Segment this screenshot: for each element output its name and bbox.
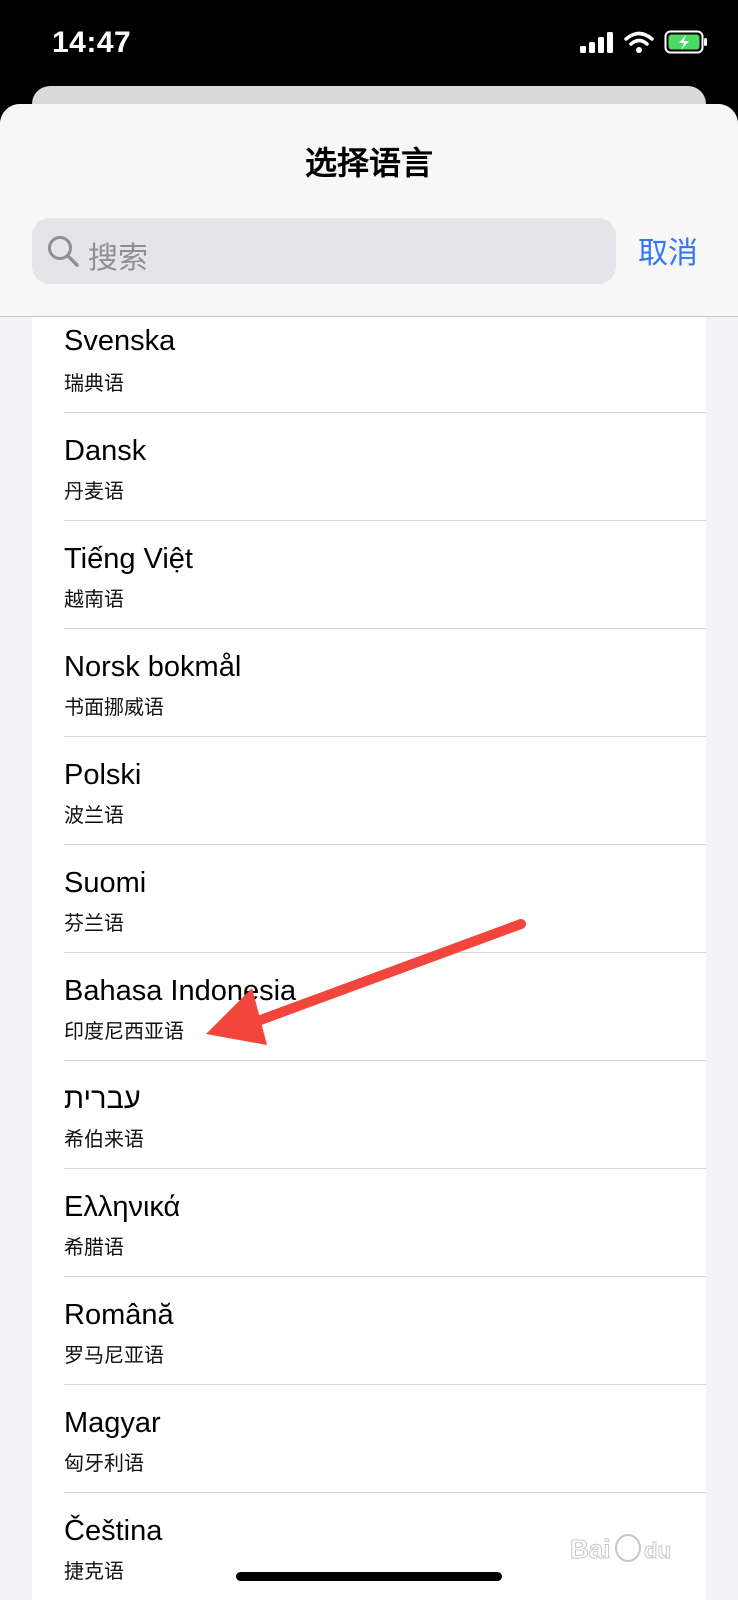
sheet-title: 选择语言 xyxy=(304,145,433,181)
language-native-name: 芬兰语 xyxy=(64,913,124,935)
language-name: Polski xyxy=(64,759,142,791)
language-item[interactable]: Ελληνικά 希腊语 xyxy=(32,1169,706,1277)
language-picker-sheet: 选择语言 搜索 取消 Svenska 瑞典语 Dansk 丹麦语 Tiếng V… xyxy=(0,104,738,1600)
battery-charging-icon xyxy=(664,30,710,59)
svg-text:du: du xyxy=(644,1538,671,1563)
status-time: 14:47 xyxy=(52,26,132,59)
language-item[interactable]: Română 罗马尼亚语 xyxy=(32,1277,706,1385)
language-native-name: 丹麦语 xyxy=(64,481,124,503)
language-item[interactable]: Norsk bokmål 书面挪威语 xyxy=(32,629,706,737)
status-icons xyxy=(580,30,710,59)
language-item[interactable]: Suomi 芬兰语 xyxy=(32,845,706,953)
language-item[interactable]: Svenska 瑞典语 xyxy=(32,317,706,413)
cancel-button[interactable]: 取消 xyxy=(638,228,698,272)
language-name: Dansk xyxy=(64,435,147,467)
language-native-name: 希腊语 xyxy=(64,1237,124,1259)
language-native-name: 波兰语 xyxy=(64,805,124,827)
signal-icon xyxy=(580,31,614,58)
language-native-name: 越南语 xyxy=(64,589,124,611)
language-list: Svenska 瑞典语 Dansk 丹麦语 Tiếng Việt 越南语 Nor… xyxy=(32,317,706,1600)
svg-text:Bai: Bai xyxy=(570,1534,610,1564)
language-item[interactable]: עברית 希伯来语 xyxy=(32,1061,706,1169)
language-native-name: 希伯来语 xyxy=(64,1129,144,1151)
language-name: Suomi xyxy=(64,867,147,899)
language-native-name: 书面挪威语 xyxy=(64,697,164,719)
language-item[interactable]: Tiếng Việt 越南语 xyxy=(32,521,706,629)
home-indicator[interactable] xyxy=(236,1572,502,1581)
language-name: Tiếng Việt xyxy=(64,543,193,575)
language-item[interactable]: Dansk 丹麦语 xyxy=(32,413,706,521)
search-placeholder: 搜索 xyxy=(88,242,148,275)
language-name: Svenska xyxy=(64,325,176,357)
language-native-name: 捷克语 xyxy=(64,1561,124,1583)
language-name: Bahasa Indonesia xyxy=(64,975,297,1007)
language-name: עברית xyxy=(64,1083,141,1115)
language-native-name: 瑞典语 xyxy=(64,373,124,395)
language-name: Ελληνικά xyxy=(64,1191,181,1223)
language-native-name: 匈牙利语 xyxy=(64,1453,144,1475)
language-native-name: 印度尼西亚语 xyxy=(64,1021,184,1043)
language-name: Čeština xyxy=(64,1515,163,1547)
search-input[interactable]: 搜索 xyxy=(32,218,616,284)
language-name: Română xyxy=(64,1299,174,1331)
wifi-icon xyxy=(624,31,654,58)
language-item[interactable]: Magyar 匈牙利语 xyxy=(32,1385,706,1493)
search-icon xyxy=(46,234,80,273)
language-name: Magyar xyxy=(64,1407,161,1439)
language-name: Norsk bokmål xyxy=(64,651,242,683)
language-item[interactable]: Polski 波兰语 xyxy=(32,737,706,845)
status-bar: 14:47 xyxy=(0,0,738,90)
sheet-header: 选择语言 搜索 取消 xyxy=(0,104,738,317)
language-item[interactable]: Bahasa Indonesia 印度尼西亚语 xyxy=(32,953,706,1061)
language-native-name: 罗马尼亚语 xyxy=(64,1345,164,1367)
baidu-watermark-logo: Bai du xyxy=(570,1534,672,1565)
